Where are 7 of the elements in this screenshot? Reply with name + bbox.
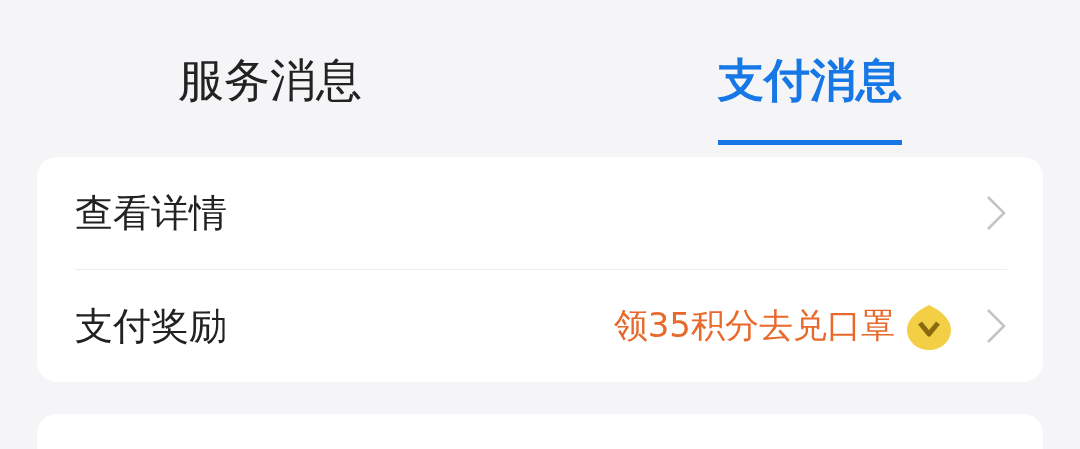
row-label[interactable]: 支付奖励 <box>75 300 614 352</box>
tab[interactable]: 支付消息 <box>718 0 902 145</box>
row-label[interactable]: 查看详情 <box>75 187 953 239</box>
tab[interactable]: 服务消息 <box>178 0 362 145</box>
coin-icon <box>905 302 953 350</box>
chevron-right-icon <box>985 307 1007 345</box>
chevron-right-icon <box>985 194 1007 232</box>
